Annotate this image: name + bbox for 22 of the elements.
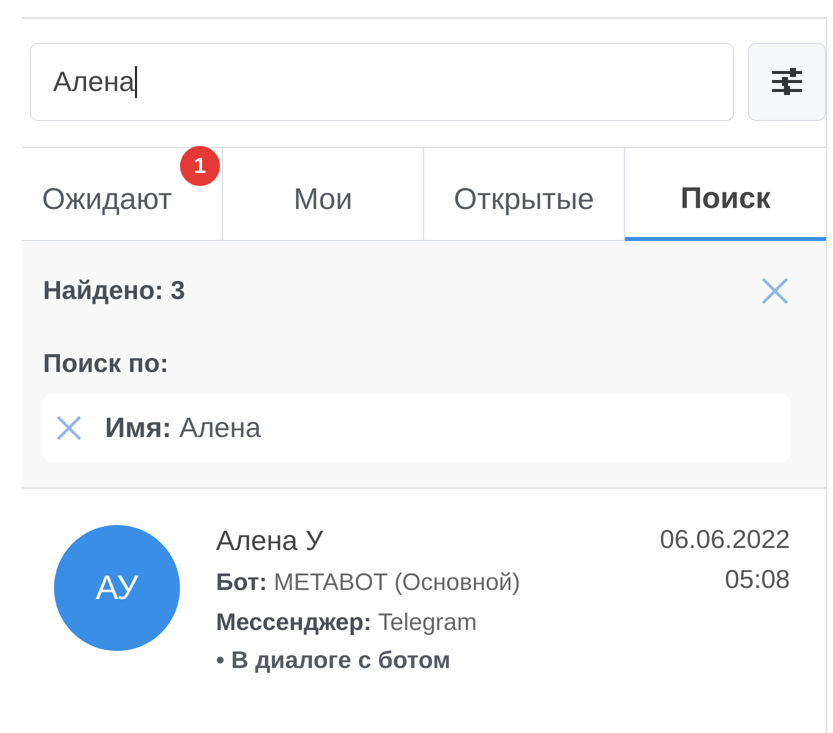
avatar: АУ	[54, 525, 180, 651]
search-text: Алена	[53, 66, 135, 98]
search-by-label: Поиск по:	[43, 348, 170, 379]
tab[interactable]: Ожидают 1	[22, 148, 223, 241]
tab[interactable]: Открытые	[424, 148, 625, 241]
contact-detail: Мессенджер: Telegram	[216, 609, 478, 637]
count-badge: 1	[180, 146, 220, 186]
search-field[interactable]: Алена	[30, 43, 734, 121]
tab[interactable]: Мои	[223, 148, 424, 241]
results-count: Найдено: 3	[43, 275, 186, 306]
date: 06.06.2022	[660, 523, 790, 556]
text-cursor	[134, 66, 137, 98]
sliders-icon	[770, 67, 804, 97]
chat-list-item[interactable]: АУ Алена У Бот: METABOT (Основной) Мессенджер: Telegram • В диалоге с ботом 06.06.2022 05:08	[22, 489, 826, 675]
contact-name: Алена У	[216, 525, 324, 557]
close-icon[interactable]	[760, 276, 790, 306]
filter-button[interactable]	[748, 43, 826, 121]
filter-text: Имя: Алена	[105, 412, 261, 444]
contact-detail: Бот: METABOT (Основной)	[216, 569, 522, 597]
dialog-status: • В диалоге с ботом	[216, 647, 452, 675]
time: 05:08	[724, 563, 790, 596]
remove-icon[interactable]	[55, 414, 83, 442]
